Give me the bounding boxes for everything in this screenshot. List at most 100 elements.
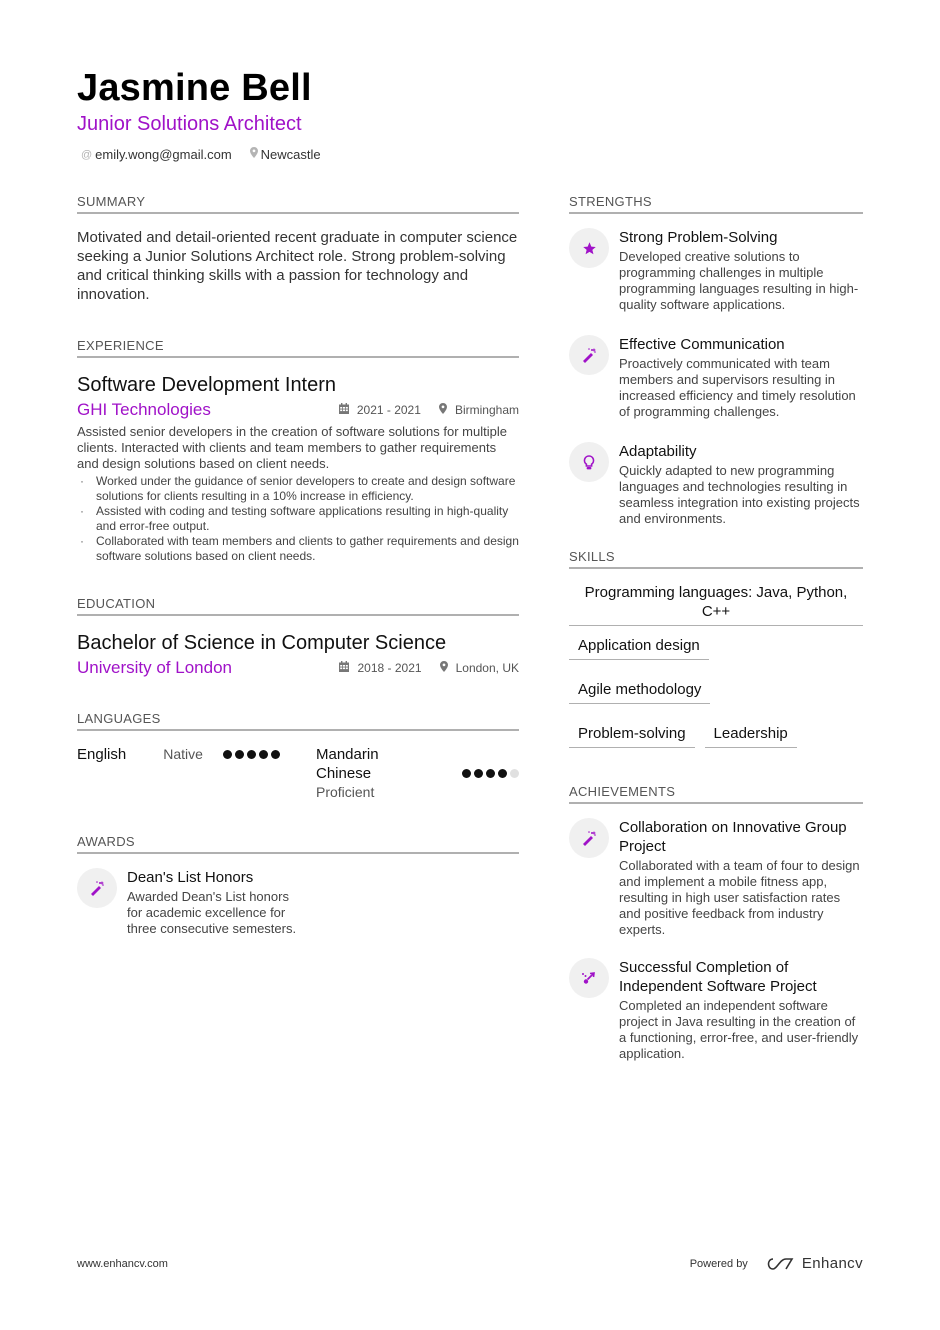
job-dates: 2021 - 2021 xyxy=(338,403,421,417)
page-footer: www.enhancv.com Powered by Enhancv xyxy=(77,1255,863,1272)
languages-section: LANGUAGES English Native Mandarin Chines… xyxy=(77,711,519,802)
summary-section: SUMMARY Motivated and detail-oriented re… xyxy=(77,194,519,304)
language-rating xyxy=(223,745,280,764)
map-pin-icon xyxy=(439,661,451,675)
achievement-content: Collaboration on Innovative Group Projec… xyxy=(619,818,863,938)
achievement-title: Successful Completion of Independent Sof… xyxy=(619,959,817,995)
powered-by-label: Powered by xyxy=(689,1257,748,1270)
location-text: Newcastle xyxy=(260,147,321,162)
magic-wand-icon xyxy=(569,335,609,375)
magic-wand-icon xyxy=(77,868,117,908)
brand-name: Enhancv xyxy=(801,1255,863,1272)
language-level: Proficient xyxy=(316,784,375,800)
strength-content: Adaptability Quickly adapted to new prog… xyxy=(619,442,863,527)
left-column: SUMMARY Motivated and detail-oriented re… xyxy=(77,194,519,953)
section-heading: EDUCATION xyxy=(77,596,519,616)
rating-dot-filled xyxy=(235,750,244,759)
education-dates-text: 2018 - 2021 xyxy=(357,661,422,675)
job-bullets: Worked under the guidance of senior deve… xyxy=(77,474,519,564)
strength-item: Effective Communication Proactively comm… xyxy=(569,335,863,420)
skill-tag: Application design xyxy=(569,636,709,660)
lightbulb-icon xyxy=(569,442,609,482)
contact-info: @ emily.wong@gmail.com Newcastle xyxy=(77,147,867,163)
school-name: University of London xyxy=(77,658,232,677)
strength-title: Strong Problem-Solving xyxy=(619,229,778,246)
skills-section: SKILLS Programming languages: Java, Pyth… xyxy=(569,549,863,748)
strength-item: Strong Problem-Solving Developed creativ… xyxy=(569,228,863,313)
degree-title: Bachelor of Science in Computer Science xyxy=(77,632,447,654)
contact-email[interactable]: @ emily.wong@gmail.com xyxy=(81,147,232,163)
map-pin-icon xyxy=(438,403,450,417)
experience-section: EXPERIENCE Software Development Intern G… xyxy=(77,338,519,564)
contact-location: Newcastle xyxy=(249,147,321,163)
route-icon xyxy=(569,958,609,998)
achievement-description: Completed an independent software projec… xyxy=(619,998,859,1061)
website-link[interactable]: www.enhancv.com xyxy=(77,1258,168,1270)
job-bullet: Assisted with coding and testing softwar… xyxy=(77,504,519,534)
job-location-text: Birmingham xyxy=(454,403,519,417)
strength-content: Strong Problem-Solving Developed creativ… xyxy=(619,228,863,313)
skill-tag: Problem-solving xyxy=(569,724,695,748)
rating-dot-filled xyxy=(486,769,495,778)
job-description: Assisted senior developers in the creati… xyxy=(77,424,507,471)
education-location-text: London, UK xyxy=(455,661,519,675)
calendar-icon xyxy=(338,403,352,417)
section-heading: EXPERIENCE xyxy=(77,338,519,358)
language-item: Mandarin Chinese Proficient xyxy=(316,745,519,802)
candidate-name: Jasmine Bell xyxy=(77,67,312,109)
achievements-section: ACHIEVEMENTS Collaboration on Innovative… xyxy=(569,784,863,1062)
strength-description: Quickly adapted to new programming langu… xyxy=(619,463,860,526)
rating-dot-filled xyxy=(498,769,507,778)
education-meta-row: University of London 2018 - 2021 London,… xyxy=(77,657,519,679)
education-entry: Bachelor of Science in Computer Science … xyxy=(77,630,519,679)
email-text: emily.wong@gmail.com xyxy=(95,147,232,162)
company-name: GHI Technologies xyxy=(77,400,211,419)
achievement-title: Collaboration on Innovative Group Projec… xyxy=(619,819,847,855)
job-title: Software Development Intern xyxy=(77,374,337,396)
job-meta-row: GHI Technologies 2021 - 2021 Birmingham xyxy=(77,399,519,421)
languages-list: English Native Mandarin Chinese Proficie… xyxy=(77,745,519,802)
awards-section: AWARDS Dean's List Honors Awarded Dean's… xyxy=(77,834,519,937)
magic-wand-icon xyxy=(569,818,609,858)
section-heading: AWARDS xyxy=(77,834,519,854)
job-dates-text: 2021 - 2021 xyxy=(356,403,421,417)
strength-title: Adaptability xyxy=(619,443,697,460)
powered-by: Powered by Enhancv xyxy=(690,1255,863,1272)
candidate-title: Junior Solutions Architect xyxy=(77,113,302,135)
brand-logo[interactable]: Enhancv xyxy=(764,1255,863,1272)
strength-description: Proactively communicated with team membe… xyxy=(619,356,856,419)
achievement-content: Successful Completion of Independent Sof… xyxy=(619,958,863,1062)
rating-dot-filled xyxy=(247,750,256,759)
award-item: Dean's List Honors Awarded Dean's List h… xyxy=(77,868,297,937)
education-dates: 2018 - 2021 xyxy=(339,661,422,675)
infinity-logo-icon xyxy=(767,1257,794,1270)
education-meta: 2018 - 2021 London, UK xyxy=(339,661,519,675)
skill-tag: Agile methodology xyxy=(569,680,711,704)
strength-description: Developed creative solutions to programm… xyxy=(619,249,859,312)
rating-dot-empty xyxy=(510,769,519,778)
language-item: English Native xyxy=(77,745,280,802)
resume-header: Jasmine Bell Junior Solutions Architect … xyxy=(77,66,867,163)
job-meta: 2021 - 2021 Birmingham xyxy=(338,403,519,417)
achievement-description: Collaborated with a team of four to desi… xyxy=(619,858,860,937)
rating-dot-filled xyxy=(474,769,483,778)
map-pin-icon xyxy=(249,147,258,163)
strengths-section: STRENGTHS Strong Problem-Solving Develop… xyxy=(569,194,863,527)
section-heading: LANGUAGES xyxy=(77,711,519,731)
star-icon xyxy=(569,228,609,268)
section-heading: SKILLS xyxy=(569,549,863,569)
language-rating xyxy=(462,764,519,783)
rating-dot-filled xyxy=(462,769,471,778)
achievement-item: Successful Completion of Independent Sof… xyxy=(569,958,863,1062)
right-column: STRENGTHS Strong Problem-Solving Develop… xyxy=(569,194,863,1078)
job-entry: Software Development Intern GHI Technolo… xyxy=(77,372,519,564)
skill-tag: Leadership xyxy=(704,724,797,748)
award-title: Dean's List Honors xyxy=(127,869,254,886)
calendar-icon xyxy=(339,661,352,675)
at-icon: @ xyxy=(81,149,93,161)
section-heading: STRENGTHS xyxy=(569,194,863,214)
job-bullet: Worked under the guidance of senior deve… xyxy=(77,474,519,504)
award-content: Dean's List Honors Awarded Dean's List h… xyxy=(127,868,297,937)
job-location: Birmingham xyxy=(438,403,519,417)
section-heading: ACHIEVEMENTS xyxy=(569,784,863,804)
